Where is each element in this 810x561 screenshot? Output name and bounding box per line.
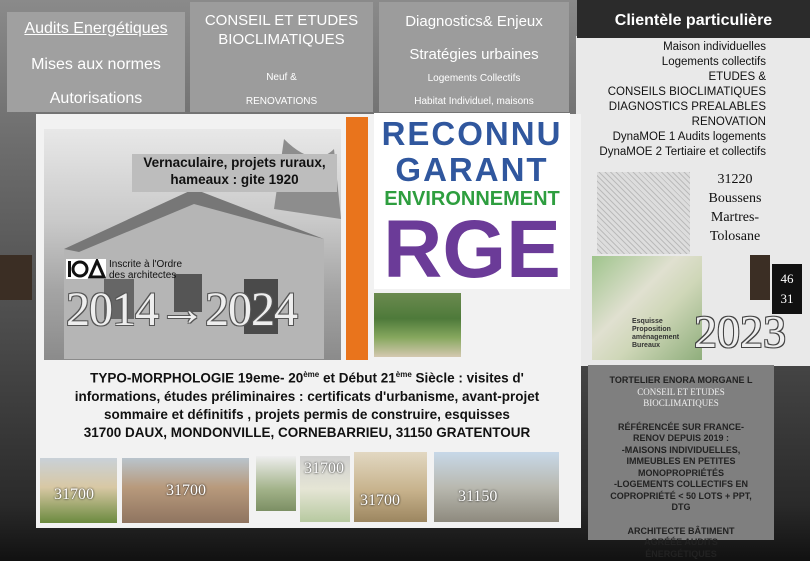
- strategies-title: Stratégies urbaines: [409, 46, 539, 63]
- rge-line2: GARANT: [395, 151, 549, 188]
- clientele-title[interactable]: Clientèle particulière: [577, 0, 810, 38]
- rge-line1: RECONNU: [381, 115, 563, 152]
- audits-link[interactable]: Audits Energétiques: [7, 20, 185, 38]
- nav-box-diagnostics[interactable]: Diagnostics& Enjeux Stratégies urbaines …: [379, 2, 569, 112]
- ordre-line1: Inscrite à l'Ordre: [109, 259, 183, 270]
- clientele-item: DIAGNOSTICS PREALABLES: [608, 101, 766, 113]
- reference-line1: -MAISONS INDIVIDUELLES, IMMEUBLES EN PET…: [621, 444, 741, 478]
- typo-sup2: ème: [395, 370, 412, 379]
- thumbnail-label: 31700: [54, 486, 94, 503]
- project-thumbnail[interactable]: 31700: [354, 452, 427, 522]
- clientele-item: Logements collectifs: [661, 56, 766, 68]
- mises-aux-normes-item[interactable]: Mises aux normes: [7, 56, 185, 74]
- clientele-item: DynaMOE 2 Tertiaire et collectifs: [599, 146, 766, 158]
- department-number: 46: [780, 271, 794, 286]
- project-thumbnail[interactable]: 31700: [300, 456, 350, 522]
- address-line: Tolosane: [709, 229, 761, 244]
- architectural-sketch: [597, 172, 690, 254]
- years-range: 2014→2024: [66, 283, 298, 336]
- address-block: 31220 Boussens Martres- Tolosane: [700, 170, 770, 246]
- clientele-item: CONSEILS BIOCLIMATIQUES: [607, 86, 766, 98]
- vernaculaire-caption: Vernaculaire, projets ruraux, hameaux : …: [132, 154, 337, 192]
- collage-label: Esquisse Proposition aménagement Bureaux: [632, 318, 680, 349]
- reference-line2: -LOGEMENTS COLLECTIFS EN COPROPRIÉTÉ < 5…: [610, 479, 752, 512]
- renovations-label: RENOVATIONS: [245, 96, 318, 107]
- france-renov-reference: RÉFÉRENCÉE SUR FRANCE-RENOV DEPUIS 2019 …: [618, 421, 745, 444]
- habitat-individuel-label: Habitat Individuel, maisons: [414, 96, 534, 107]
- address-line: Martres-: [710, 210, 760, 225]
- architect-accreditation: ARCHITECTE BÂTIMENT AGRÉÉE AUDITS ÉNERGÉ…: [627, 525, 735, 559]
- clientele-item: Maison individuelles: [663, 41, 766, 53]
- architect-info-panel: TORTELIER ENORA MORGANE L CONSEIL ET ETU…: [588, 365, 774, 559]
- project-thumbnail[interactable]: 31700: [122, 458, 249, 523]
- architect-specialty: CONSEIL ET ETUDES BIOCLIMATIQUES: [637, 386, 725, 409]
- diagnostics-title: Diagnostics& Enjeux: [405, 13, 543, 30]
- conseil-title: CONSEIL ET ETUDES BIOCLIMATIQUES: [204, 12, 359, 48]
- architect-name: TORTELIER ENORA MORGANE L: [609, 375, 753, 385]
- autorisations-item[interactable]: Autorisations: [7, 90, 185, 108]
- nav-box-conseil[interactable]: CONSEIL ET ETUDES BIOCLIMATIQUES Neuf & …: [190, 2, 373, 112]
- typo-morphologie-text: TYPO-MORPHOLOGIE 19eme- 20ème et Début 2…: [46, 366, 568, 442]
- neuf-label: Neuf &: [266, 72, 297, 83]
- thumbnail-label: 31700: [166, 482, 206, 499]
- address-line: 31220: [717, 172, 753, 187]
- nav-box-audits: Audits Energétiques Mises aux normes Aut…: [7, 12, 185, 112]
- project-thumbnail[interactable]: [256, 456, 296, 511]
- address-line: Boussens: [708, 191, 762, 206]
- clientele-item: ETUDES &: [708, 71, 766, 83]
- logements-collectifs-label: Logements Collectifs: [427, 73, 521, 84]
- ordre-architectes-text: Inscrite à l'Ordre des architectes: [109, 259, 182, 281]
- rge-line4: RGE: [383, 204, 561, 295]
- accent-bar: [346, 117, 368, 360]
- clientele-item: DynaMOE 1 Audits logements: [612, 131, 766, 143]
- ordre-architectes-logo: [66, 259, 106, 279]
- typo-part-b: et Début 21: [319, 370, 396, 386]
- side-decoration-left: [0, 255, 32, 300]
- rge-logo: RECONNU GARANT ENVIRONNEMENT RGE: [374, 113, 570, 295]
- clientele-list: Maison individuelles Logements collectif…: [576, 40, 766, 160]
- thumbnail-label: 31700: [304, 460, 344, 477]
- project-thumbnail[interactable]: 31700: [40, 458, 117, 523]
- garden-photo: [374, 293, 461, 357]
- project-collage: Esquisse Proposition aménagement Bureaux: [592, 256, 702, 360]
- thumbnail-label: 31700: [360, 492, 400, 509]
- ordre-line2: des architectes: [109, 270, 177, 281]
- typo-part-a: TYPO-MORPHOLOGIE 19eme- 20: [90, 370, 304, 386]
- project-thumbnail[interactable]: 31150: [434, 452, 559, 522]
- thumbnail-label: 31150: [458, 488, 498, 505]
- typo-locations: 31700 DAUX, MONDONVILLE, CORNEBARRIEU, 3…: [83, 424, 531, 440]
- year-2023: 2023: [694, 306, 786, 357]
- typo-sup1: ème: [303, 370, 320, 379]
- side-decoration-right: [750, 255, 770, 300]
- clientele-item: RENOVATION: [691, 116, 766, 128]
